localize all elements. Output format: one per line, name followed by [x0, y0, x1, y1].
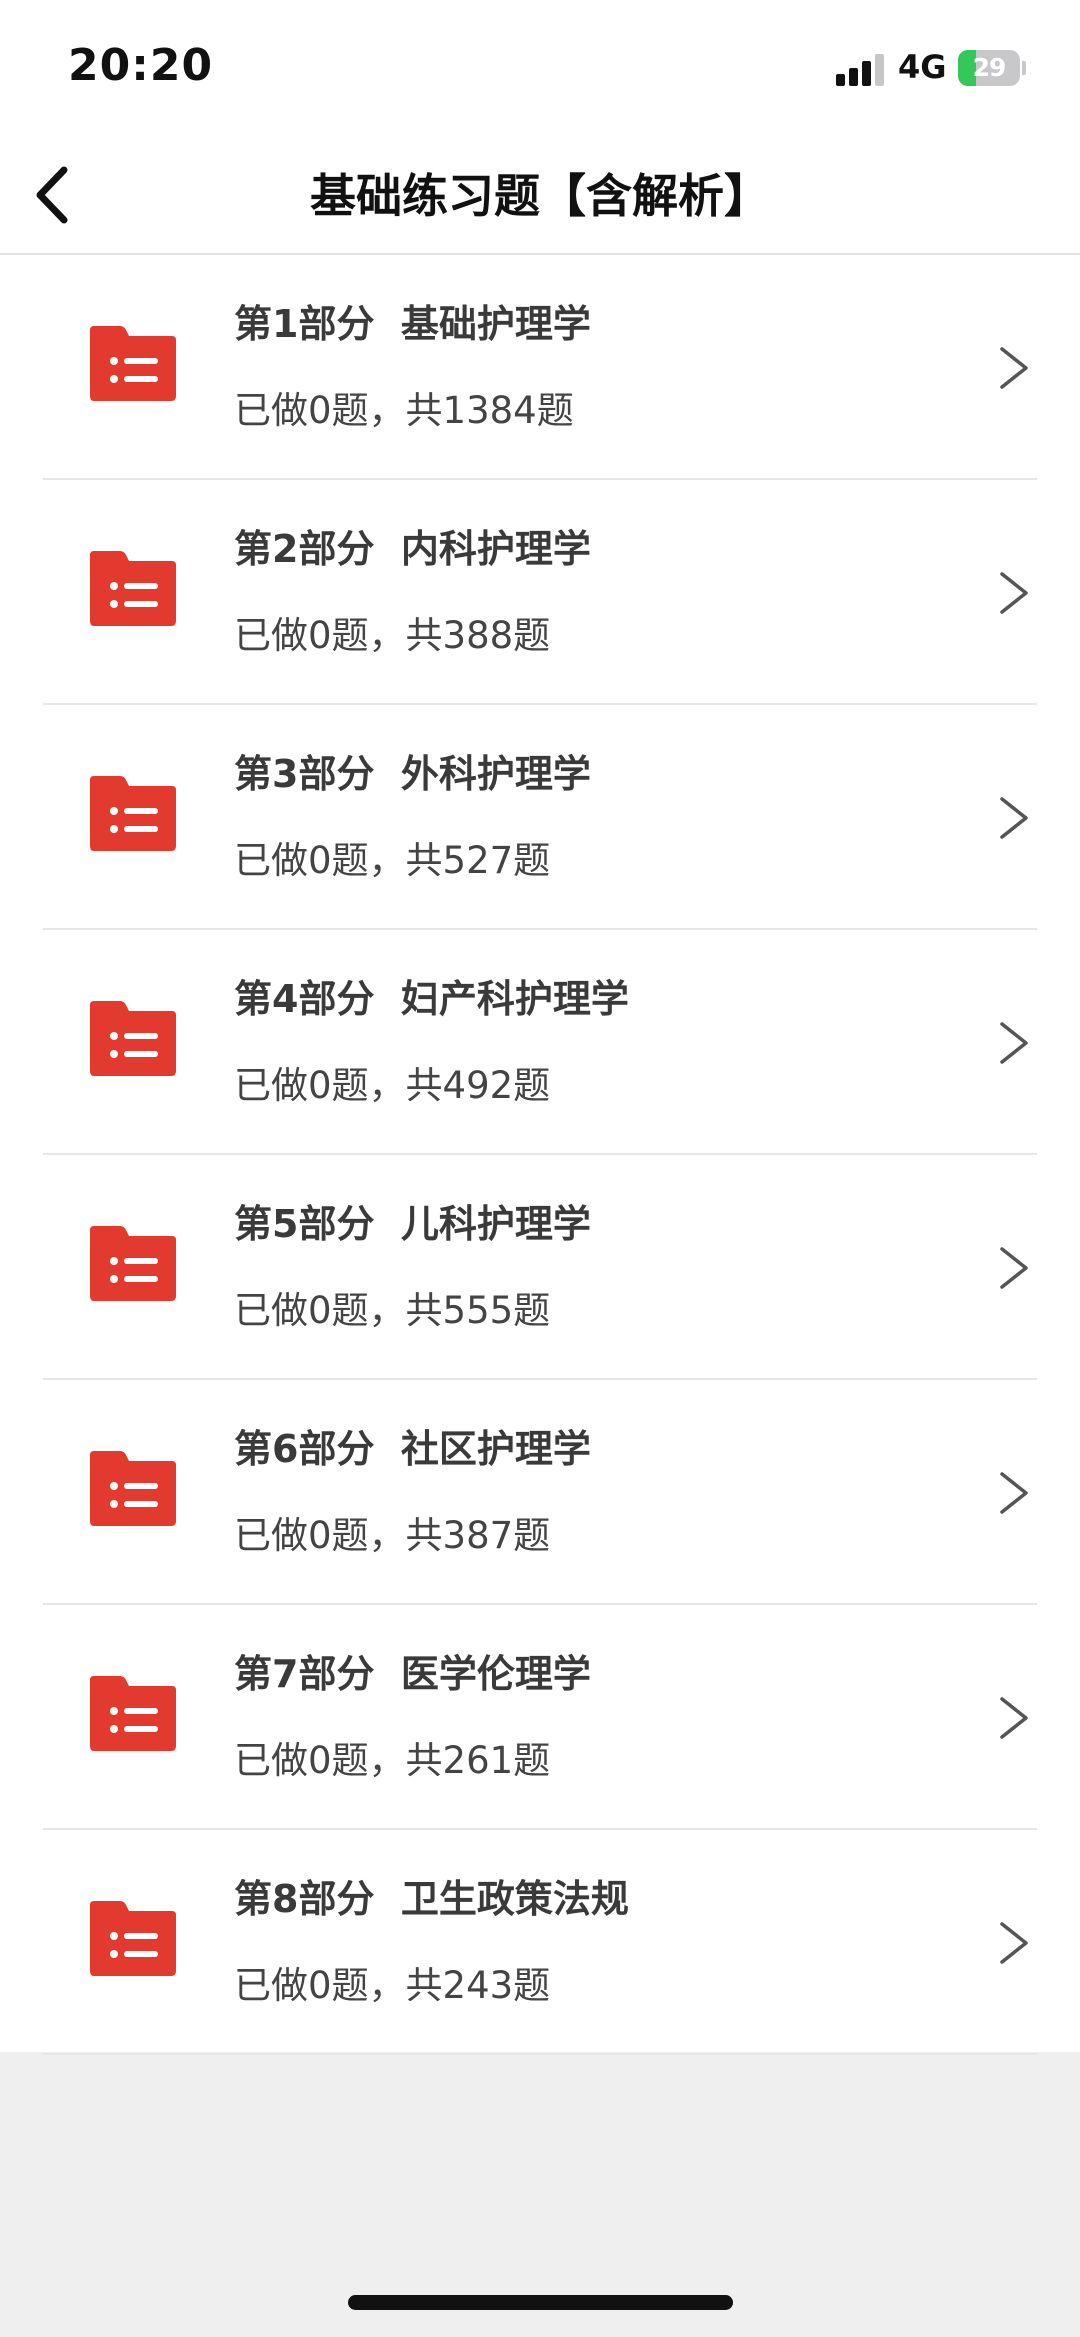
chevron-right-icon	[1000, 1697, 1028, 1739]
folder-list-icon	[90, 1001, 176, 1076]
page-title: 基础练习题【含解析】	[310, 169, 770, 223]
signal-icon	[836, 52, 886, 86]
section-progress: 已做0题，共492题	[234, 1064, 551, 1107]
chevron-right-icon	[1000, 347, 1028, 389]
home-indicator	[348, 2295, 733, 2310]
section-title: 第4部分 妇产科护理学	[234, 977, 629, 1021]
section-title: 第3部分 外科护理学	[234, 752, 591, 796]
battery-level: 29	[972, 53, 1007, 82]
signal-bar	[862, 61, 871, 86]
section-title: 第1部分 基础护理学	[234, 302, 591, 346]
section-row[interactable]: 第1部分 基础护理学 已做0题，共1384题	[0, 255, 1080, 480]
section-title: 第5部分 儿科护理学	[234, 1202, 591, 1246]
status-time: 20:20	[68, 40, 214, 91]
chevron-left-icon	[36, 166, 68, 224]
section-progress: 已做0题，共261题	[234, 1739, 551, 1782]
folder-list-icon	[90, 1901, 176, 1976]
folder-list-icon	[90, 1226, 176, 1301]
folder-list-icon	[90, 776, 176, 851]
network-type: 4G	[898, 48, 947, 86]
signal-bar	[875, 54, 884, 86]
battery-icon: 29	[958, 50, 1020, 86]
folder-list-icon	[90, 551, 176, 626]
nav-bar: 基础练习题【含解析】	[0, 140, 1080, 255]
folder-list-icon	[90, 1676, 176, 1751]
section-row[interactable]: 第3部分 外科护理学 已做0题，共527题	[0, 705, 1080, 930]
section-progress: 已做0题，共243题	[234, 1964, 551, 2007]
signal-bar	[849, 68, 858, 86]
folder-list-icon	[90, 326, 176, 401]
screen: 20:20 4G 29 基础练习题【含解析】 第1部分 基础护理学 已做0题，共1…	[0, 0, 1080, 2337]
back-button[interactable]	[14, 150, 104, 240]
section-title: 第8部分 卫生政策法规	[234, 1877, 629, 1921]
section-progress: 已做0题，共555题	[234, 1289, 551, 1332]
chevron-right-icon	[1000, 1472, 1028, 1514]
section-row[interactable]: 第6部分 社区护理学 已做0题，共387题	[0, 1380, 1080, 1605]
chevron-right-icon	[1000, 572, 1028, 614]
status-bar: 20:20 4G 29	[0, 0, 1080, 140]
folder-list-icon	[90, 1451, 176, 1526]
section-row[interactable]: 第7部分 医学伦理学 已做0题，共261题	[0, 1605, 1080, 1830]
section-progress: 已做0题，共1384题	[234, 389, 574, 432]
row-divider	[43, 2053, 1037, 2055]
section-progress: 已做0题，共527题	[234, 839, 551, 882]
section-list: 第1部分 基础护理学 已做0题，共1384题 第2部分 内科护理学 已做0题，共388…	[0, 255, 1080, 2055]
section-row[interactable]: 第4部分 妇产科护理学 已做0题，共492题	[0, 930, 1080, 1155]
section-row[interactable]: 第2部分 内科护理学 已做0题，共388题	[0, 480, 1080, 705]
section-row[interactable]: 第8部分 卫生政策法规 已做0题，共243题	[0, 1830, 1080, 2055]
chevron-right-icon	[1000, 1922, 1028, 1964]
section-title: 第6部分 社区护理学	[234, 1427, 591, 1471]
chevron-right-icon	[1000, 1022, 1028, 1064]
section-title: 第7部分 医学伦理学	[234, 1652, 591, 1696]
section-title: 第2部分 内科护理学	[234, 527, 591, 571]
battery-tip	[1022, 61, 1026, 75]
section-progress: 已做0题，共388题	[234, 614, 551, 657]
chevron-right-icon	[1000, 1247, 1028, 1289]
section-row[interactable]: 第5部分 儿科护理学 已做0题，共555题	[0, 1155, 1080, 1380]
signal-bar	[836, 74, 845, 86]
section-progress: 已做0题，共387题	[234, 1514, 551, 1557]
chevron-right-icon	[1000, 797, 1028, 839]
